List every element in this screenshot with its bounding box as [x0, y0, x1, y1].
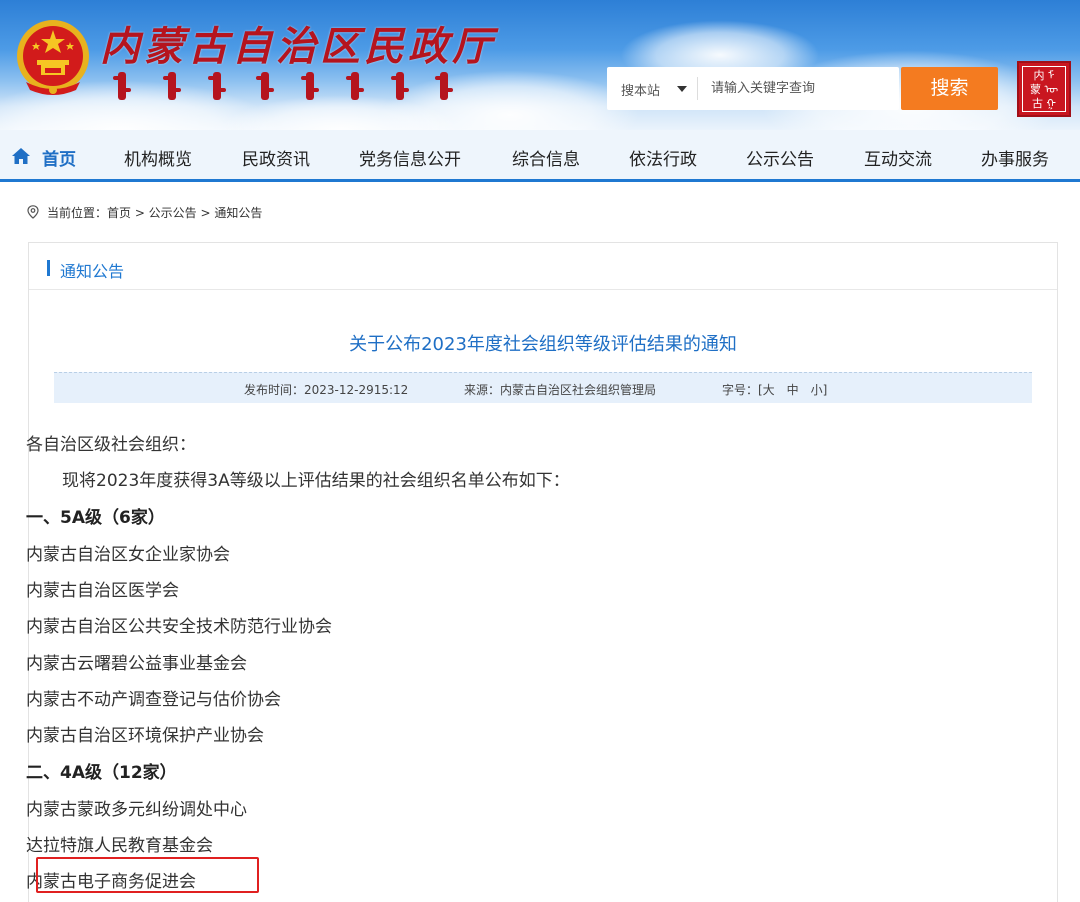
dropdown-arrow-icon[interactable] — [677, 86, 687, 92]
nav-item-announcements[interactable]: 公示公告 — [746, 145, 814, 170]
national-emblem-icon — [17, 20, 89, 95]
panel-title-bar — [47, 260, 50, 276]
list-item: 内蒙古不动产调查登记与估价协会 — [26, 690, 281, 710]
search-divider — [697, 77, 698, 100]
list-item: 内蒙古自治区环境保护产业协会 — [26, 726, 264, 746]
font-size-control[interactable]: 字号：[大 中 小] — [722, 381, 827, 398]
section-heading-5a: 一、5A级（6家） — [26, 508, 165, 528]
highlight-box — [36, 857, 259, 893]
site-title: 内蒙古自治区民政厅 — [100, 23, 496, 70]
list-item: 内蒙古蒙政多元纠纷调处中心 — [26, 800, 247, 820]
location-pin-icon — [27, 205, 39, 219]
search-input[interactable] — [711, 80, 895, 95]
panel-title: 通知公告 — [60, 262, 125, 281]
article-source: 来源：内蒙古自治区社会组织管理局 — [464, 383, 657, 397]
nav-item-interaction[interactable]: 互动交流 — [864, 145, 932, 170]
article-meta: 发布时间：2023-12-2915:12 来源：内蒙古自治区社会组织管理局 字号… — [54, 372, 1032, 403]
header-banner: 内蒙古自治区民政厅 搜本站 搜索 内 ᠮ蒙 ᠥ古 ᠭ — [0, 0, 1080, 130]
list-item: 内蒙古自治区公共安全技术防范行业协会 — [26, 617, 332, 637]
breadcrumb[interactable]: 当前位置：首页 > 公示公告 > 通知公告 — [47, 204, 262, 221]
intro-paragraph: 现将2023年度获得3A等级以上评估结果的社会组织名单公布如下： — [62, 471, 570, 491]
nav-item-general-info[interactable]: 综合信息 — [512, 145, 580, 170]
panel-header: 通知公告 — [29, 243, 1057, 290]
salutation: 各自治区级社会组织： — [26, 435, 196, 455]
home-icon[interactable] — [12, 148, 30, 164]
search-box: 搜本站 — [607, 67, 899, 110]
search-scope-select[interactable]: 搜本站 — [621, 80, 660, 99]
nav-item-news[interactable]: 民政资讯 — [242, 145, 310, 170]
list-item: 内蒙古自治区女企业家协会 — [26, 545, 230, 565]
main-nav: 首页 机构概览 民政资讯 党务信息公开 综合信息 依法行政 公示公告 互动交流 … — [0, 130, 1080, 182]
section-heading-4a: 二、4A级（12家） — [26, 763, 177, 783]
nav-item-party-affairs[interactable]: 党务信息公开 — [359, 145, 461, 170]
article-title: 关于公布2023年度社会组织等级评估结果的通知 — [349, 334, 737, 355]
seal-logo: 内 ᠮ蒙 ᠥ古 ᠭ — [1017, 61, 1071, 117]
search-button[interactable]: 搜索 — [901, 67, 998, 110]
seal-logo-text: 内 ᠮ蒙 ᠥ古 ᠭ — [1022, 66, 1066, 112]
list-item: 达拉特旗人民教育基金会 — [26, 836, 213, 856]
list-item: 内蒙古自治区医学会 — [26, 581, 179, 601]
list-item: 内蒙古云曙碧公益事业基金会 — [26, 654, 247, 674]
nav-item-services[interactable]: 办事服务 — [981, 145, 1049, 170]
publish-time: 发布时间：2023-12-2915:12 — [244, 383, 409, 397]
mongolian-script-title — [113, 72, 458, 102]
nav-item-home[interactable]: 首页 — [42, 145, 76, 170]
nav-item-law[interactable]: 依法行政 — [629, 145, 697, 170]
nav-item-overview[interactable]: 机构概览 — [124, 145, 192, 170]
